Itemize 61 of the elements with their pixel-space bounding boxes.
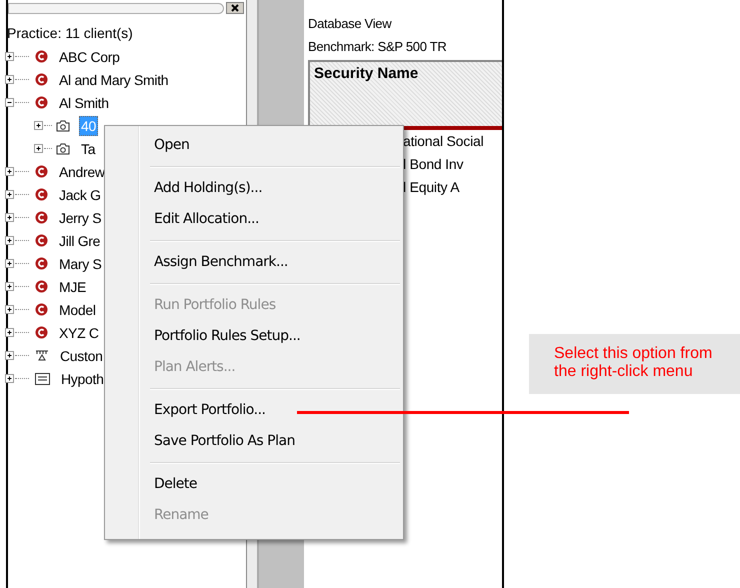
security-name-cell-text: l Equity A	[403, 178, 460, 197]
expander-icon[interactable]	[34, 144, 44, 154]
expander-icon[interactable]	[5, 350, 15, 360]
menu-item[interactable]: Export Portfolio...	[150, 395, 400, 426]
benchmark-label: Benchmark: S&P 500 TR	[307, 38, 448, 56]
tree-item[interactable]: Mary S	[57, 254, 104, 274]
expander-icon[interactable]	[5, 374, 15, 384]
expander-icon[interactable]	[5, 258, 15, 268]
camera-icon	[56, 142, 70, 155]
expander-icon[interactable]	[34, 120, 44, 130]
tree-root-label: Practice: 11 client(s)	[7, 24, 134, 43]
client-icon	[35, 326, 48, 339]
client-icon	[35, 165, 48, 178]
client-icon	[35, 73, 48, 86]
client-icon	[35, 257, 48, 270]
tree-item[interactable]: Al and Mary Smith	[57, 70, 170, 90]
client-icon	[35, 188, 48, 201]
client-icon	[35, 303, 48, 316]
client-icon	[35, 211, 48, 224]
tree-item[interactable]: Model	[57, 300, 98, 320]
security-name-cell-text: ational Social	[403, 132, 484, 151]
expander-icon[interactable]	[5, 304, 15, 314]
tree-item[interactable]: Andrew	[57, 162, 107, 182]
column-header[interactable]: Security Name	[308, 60, 502, 130]
tree-item[interactable]: ABC Corp	[57, 46, 122, 66]
expander-icon[interactable]	[5, 212, 15, 222]
camera-icon	[56, 119, 70, 132]
menu-item[interactable]: Portfolio Rules Setup...	[150, 321, 400, 352]
tree-item[interactable]: Jill Gre	[57, 230, 102, 250]
menu-item[interactable]: Open	[150, 130, 400, 161]
expander-icon[interactable]	[5, 166, 15, 176]
view-title: Database View	[307, 15, 393, 33]
menu-item[interactable]: Add Holding(s)...	[150, 173, 400, 204]
expander-icon[interactable]	[5, 52, 15, 62]
security-name-cell-text: l Bond Inv	[403, 155, 464, 174]
tree-item[interactable]: Custon	[58, 346, 105, 366]
menu-item[interactable]: Save Portfolio As Plan	[150, 426, 400, 457]
tree-item[interactable]: XYZ C	[57, 322, 101, 342]
tree-item[interactable]: Hypoth	[59, 368, 106, 388]
tree-item[interactable]: Al Smith	[57, 92, 111, 112]
expander-icon[interactable]	[5, 98, 15, 108]
menu-item[interactable]: Delete	[150, 469, 400, 500]
expander-icon[interactable]	[5, 74, 15, 84]
client-icon	[35, 96, 48, 109]
client-icon	[35, 50, 48, 63]
tree-item[interactable]: Jerry S	[57, 208, 104, 228]
custom-model-icon	[35, 349, 49, 362]
tree-item[interactable]: Jack G	[57, 184, 103, 204]
expander-icon[interactable]	[5, 236, 15, 246]
close-icon[interactable]	[226, 2, 244, 14]
list-icon	[35, 372, 50, 384]
client-icon	[35, 280, 48, 293]
expander-icon[interactable]	[5, 282, 15, 292]
tree-item[interactable]: Ta	[79, 138, 98, 158]
client-icon	[35, 234, 48, 247]
menu-item[interactable]: Edit Allocation...	[150, 204, 400, 235]
tree-item[interactable]: MJE	[57, 276, 88, 296]
expander-icon[interactable]	[5, 190, 15, 200]
callout-note: Select this option from the right-click menu	[529, 334, 740, 394]
menu-item[interactable]: Assign Benchmark...	[150, 247, 400, 278]
expander-icon[interactable]	[5, 328, 15, 338]
